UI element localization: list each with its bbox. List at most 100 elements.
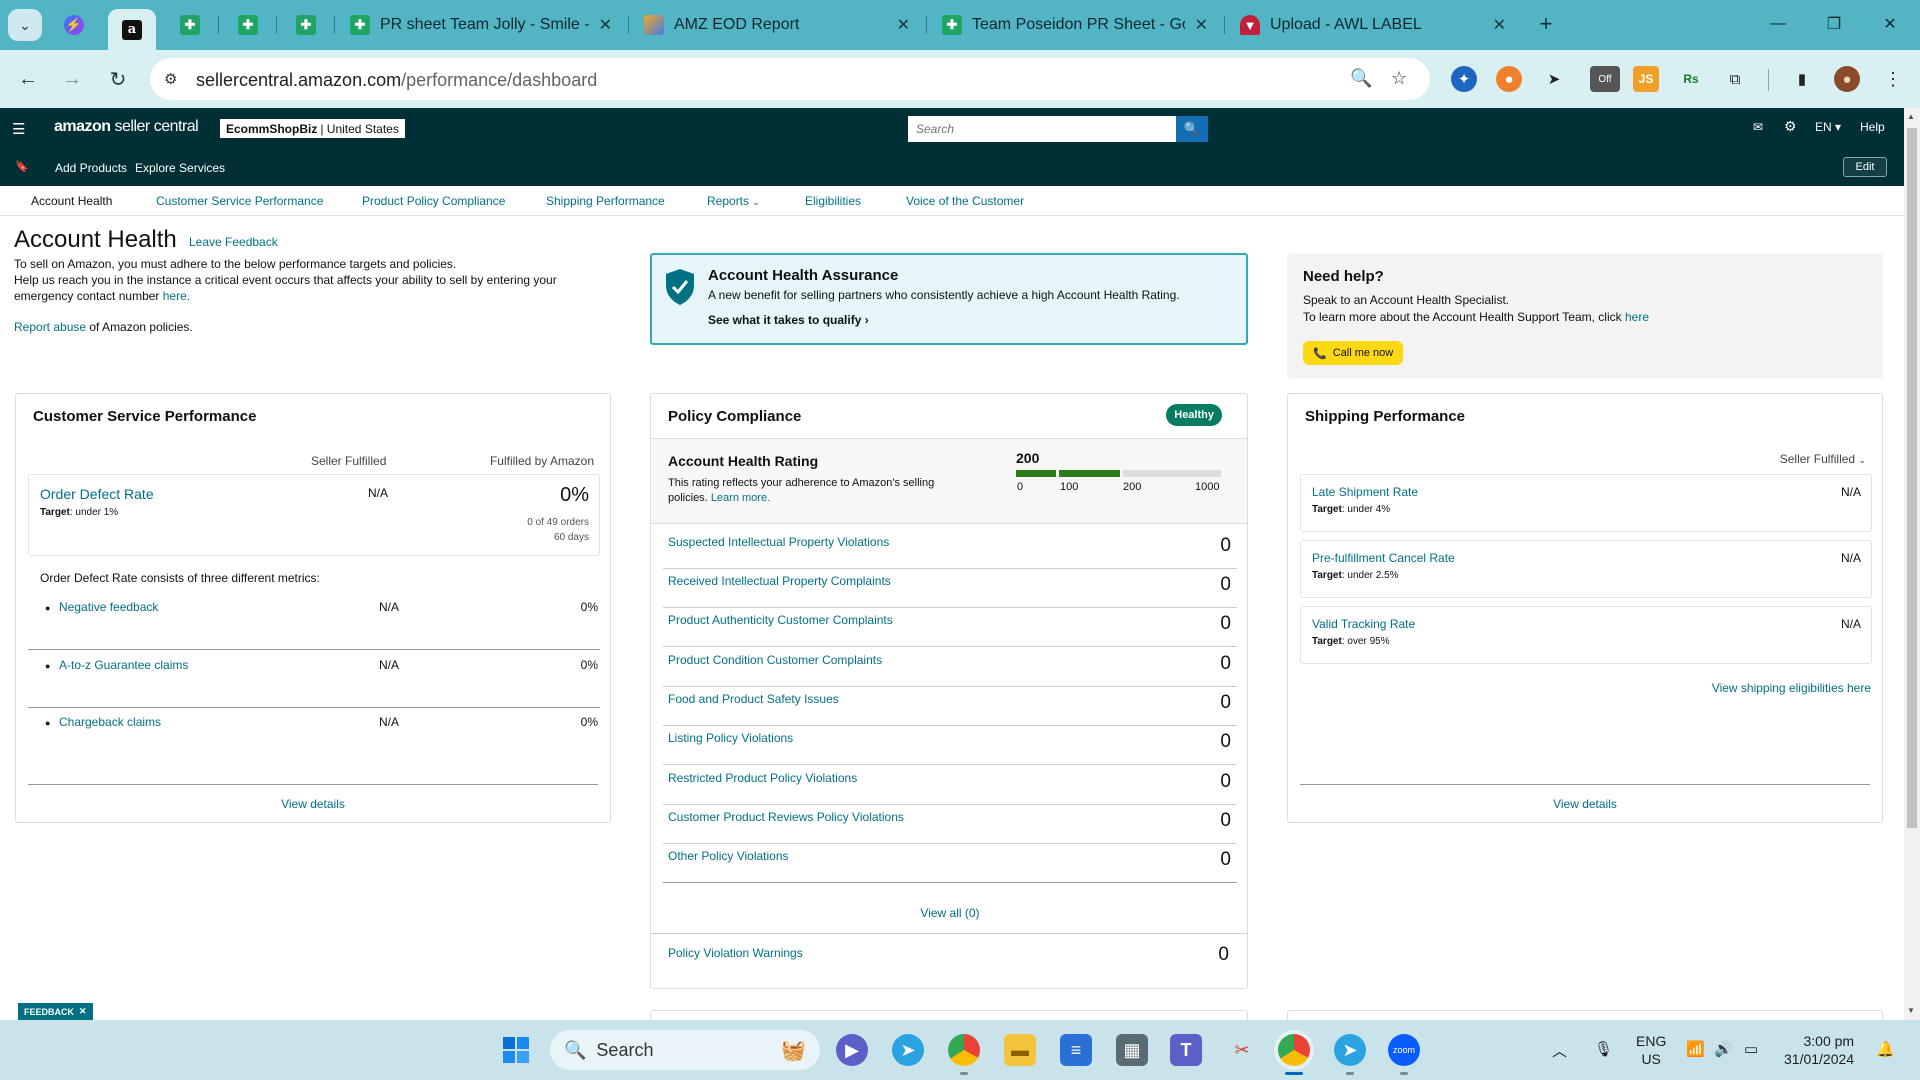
tray-overflow-chevron-icon[interactable]: ︿ bbox=[1552, 1040, 1567, 1061]
microphone-icon[interactable]: 🎙 bbox=[1594, 1040, 1613, 1058]
notepad-icon[interactable]: ≡ bbox=[1060, 1034, 1092, 1066]
call-me-now-button[interactable]: 📞 Call me now bbox=[1303, 341, 1404, 365]
close-icon[interactable]: ✕ bbox=[897, 15, 910, 35]
view-all-link[interactable]: View all (0) bbox=[663, 906, 1237, 920]
pinned-tab-sheets-3[interactable]: ✚ bbox=[282, 9, 330, 41]
scrollbar-thumb[interactable] bbox=[1907, 128, 1917, 828]
taskbar-search[interactable]: 🔍 Search 🧺 bbox=[550, 1030, 820, 1070]
violation-link[interactable]: Received Intellectual Property Complaint… bbox=[668, 574, 891, 588]
calculator-icon[interactable]: ▦ bbox=[1116, 1034, 1148, 1066]
learn-more-link[interactable]: Learn more. bbox=[711, 492, 770, 504]
bookmark-star-icon[interactable]: ☆ bbox=[1391, 68, 1407, 89]
file-explorer-icon[interactable]: ▬ bbox=[1004, 1034, 1036, 1066]
profile-avatar[interactable]: ● bbox=[1834, 66, 1860, 92]
chargeback-claims-link[interactable]: Chargeback claims bbox=[59, 715, 161, 729]
pinned-tab-sheets-2[interactable]: ✚ bbox=[224, 9, 272, 41]
negative-feedback-link[interactable]: Negative feedback bbox=[59, 600, 158, 614]
telegram-icon[interactable]: ➤ bbox=[892, 1034, 924, 1066]
telegram-icon[interactable]: ➤ bbox=[1334, 1034, 1366, 1066]
teams-icon[interactable]: T bbox=[1170, 1034, 1202, 1066]
explore-services-link[interactable]: Explore Services bbox=[135, 161, 225, 175]
policy-violation-warnings-link[interactable]: Policy Violation Warnings bbox=[668, 946, 803, 960]
input-language[interactable]: ENG US bbox=[1636, 1032, 1666, 1068]
search-icon[interactable]: 🔍 bbox=[1176, 116, 1208, 142]
emergency-contact-link[interactable]: here. bbox=[163, 289, 190, 303]
violation-link[interactable]: Product Condition Customer Complaints bbox=[668, 653, 882, 667]
nav-eligibilities[interactable]: Eligibilities bbox=[805, 194, 861, 208]
extension-js-icon[interactable]: JS bbox=[1633, 66, 1659, 92]
notification-bell-icon[interactable]: 🔔 bbox=[1876, 1040, 1895, 1058]
close-icon[interactable]: ✕ bbox=[1493, 15, 1506, 35]
battery-icon[interactable]: ▭ bbox=[1744, 1040, 1758, 1058]
violation-link[interactable]: Other Policy Violations bbox=[668, 849, 789, 863]
chrome-profile-icon[interactable] bbox=[1278, 1034, 1310, 1066]
snipping-tool-icon[interactable]: ✂ bbox=[1226, 1034, 1258, 1066]
violation-link[interactable]: Restricted Product Policy Violations bbox=[668, 771, 857, 785]
pinned-tab-messenger[interactable]: ⚡ bbox=[50, 9, 98, 41]
nav-product-policy-compliance[interactable]: Product Policy Compliance bbox=[362, 194, 505, 208]
violation-link[interactable]: Suspected Intellectual Property Violatio… bbox=[668, 535, 889, 549]
close-icon[interactable]: ✕ bbox=[79, 1006, 87, 1017]
pre-fulfillment-cancel-rate-link[interactable]: Pre-fulfillment Cancel Rate bbox=[1312, 551, 1455, 565]
violation-link[interactable]: Customer Product Reviews Policy Violatio… bbox=[668, 810, 904, 824]
order-defect-rate-link[interactable]: Order Defect Rate bbox=[40, 486, 154, 502]
store-selector[interactable]: EcommShopBiz | United States bbox=[220, 119, 405, 138]
nav-account-health[interactable]: Account Health bbox=[31, 194, 112, 208]
gear-icon[interactable]: ⚙ bbox=[1784, 118, 1797, 135]
reload-icon[interactable]: ↻ bbox=[104, 65, 132, 93]
pinned-tab-amazon[interactable]: a bbox=[108, 9, 156, 50]
side-panel-icon[interactable]: ▮ bbox=[1789, 66, 1815, 92]
chrome-icon[interactable] bbox=[948, 1034, 980, 1066]
bookmark-icon[interactable]: 🔖 bbox=[15, 160, 29, 173]
extension-crosshair-icon[interactable]: ✦ bbox=[1451, 66, 1477, 92]
tab-search-chevron-icon[interactable]: ⌄ bbox=[8, 9, 42, 41]
view-details-link[interactable]: View details bbox=[28, 784, 598, 811]
tab-team-poseidon-pr-sheet[interactable]: ✚ Team Poseidon PR Sheet - Goo ✕ bbox=[932, 9, 1218, 41]
a-to-z-claims-link[interactable]: A-to-z Guarantee claims bbox=[59, 658, 188, 672]
site-info-icon[interactable]: ⚙ bbox=[164, 70, 177, 88]
report-abuse-link[interactable]: Report abuse bbox=[14, 320, 86, 334]
nav-voice-of-the-customer[interactable]: Voice of the Customer bbox=[906, 194, 1024, 208]
system-clock[interactable]: 3:00 pm 31/01/2024 bbox=[1784, 1032, 1854, 1068]
edit-button[interactable]: Edit bbox=[1843, 157, 1887, 177]
close-icon[interactable]: ✕ bbox=[1195, 15, 1208, 35]
violation-link[interactable]: Food and Product Safety Issues bbox=[668, 692, 839, 706]
late-shipment-rate-link[interactable]: Late Shipment Rate bbox=[1312, 485, 1418, 499]
add-products-link[interactable]: Add Products bbox=[55, 161, 127, 175]
browser-menu-icon[interactable]: ⋮ bbox=[1880, 66, 1906, 92]
minimize-icon[interactable]: — bbox=[1756, 10, 1800, 38]
tab-amz-eod-report[interactable]: AMZ EOD Report ✕ bbox=[634, 9, 920, 41]
zoom-icon[interactable]: 🔍 bbox=[1350, 68, 1372, 89]
nav-reports[interactable]: Reports ⌄ bbox=[707, 194, 760, 208]
support-team-here-link[interactable]: here bbox=[1625, 310, 1649, 324]
video-call-icon[interactable]: ▶ bbox=[836, 1034, 868, 1066]
nav-customer-service-performance[interactable]: Customer Service Performance bbox=[156, 194, 323, 208]
tab-upload-awl-label[interactable]: ▼ Upload - AWL LABEL ✕ bbox=[1230, 9, 1516, 41]
extension-orange-icon[interactable]: ● bbox=[1496, 66, 1522, 92]
close-icon[interactable]: ✕ bbox=[599, 15, 612, 35]
extensions-puzzle-icon[interactable]: ⧉ bbox=[1722, 66, 1748, 92]
language-selector[interactable]: EN ▾ bbox=[1815, 120, 1841, 134]
forward-arrow-icon[interactable]: → bbox=[58, 65, 86, 93]
window-close-icon[interactable]: ✕ bbox=[1868, 10, 1912, 38]
extension-arrow-icon[interactable]: ➤ bbox=[1541, 66, 1567, 92]
search-input[interactable] bbox=[908, 116, 1176, 142]
mail-icon[interactable]: ✉ bbox=[1753, 120, 1763, 134]
view-details-link[interactable]: View details bbox=[1300, 784, 1870, 811]
see-what-it-takes-link[interactable]: See what it takes to qualify › bbox=[708, 313, 869, 327]
shipping-eligibilities-link[interactable]: View shipping eligibilities here bbox=[1712, 681, 1871, 695]
violation-link[interactable]: Product Authenticity Customer Complaints bbox=[668, 613, 893, 627]
page-scrollbar[interactable]: ▲ ▼ bbox=[1904, 108, 1920, 1020]
scroll-up-icon[interactable]: ▲ bbox=[1907, 112, 1915, 121]
seller-fulfilled-dropdown[interactable]: Seller Fulfilled ⌄ bbox=[1780, 452, 1866, 466]
tab-pr-sheet-team-jolly[interactable]: ✚ PR sheet Team Jolly - Smile - Go ✕ bbox=[340, 9, 622, 41]
volume-icon[interactable]: 🔊 bbox=[1714, 1040, 1733, 1058]
windows-start-icon[interactable] bbox=[500, 1034, 532, 1066]
address-bar[interactable]: ⚙ sellercentral.amazon.com/performance/d… bbox=[150, 58, 1430, 100]
valid-tracking-rate-link[interactable]: Valid Tracking Rate bbox=[1312, 617, 1415, 631]
wifi-icon[interactable]: 📶 bbox=[1686, 1040, 1705, 1058]
back-arrow-icon[interactable]: ← bbox=[14, 65, 42, 93]
hamburger-menu-icon[interactable]: ☰ bbox=[12, 120, 25, 138]
extension-off-icon[interactable]: Off bbox=[1590, 66, 1620, 92]
feedback-tab[interactable]: FEEDBACK ✕ bbox=[18, 1003, 93, 1020]
